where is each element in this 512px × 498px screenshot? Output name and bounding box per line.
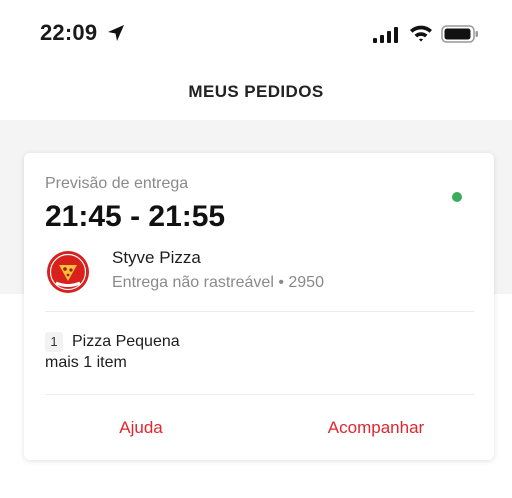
divider xyxy=(45,311,474,312)
delivery-estimate-label: Previsão de entrega xyxy=(45,175,189,192)
page-title: MEUS PEDIDOS xyxy=(188,82,324,101)
help-button[interactable]: Ajuda xyxy=(117,408,165,448)
item-name: Pizza Pequena xyxy=(72,333,180,350)
battery-icon xyxy=(441,25,478,43)
order-card[interactable]: Previsão de entrega 21:45 - 21:55 Styve … xyxy=(24,153,494,460)
status-bar: 22:09 xyxy=(0,0,512,64)
delivery-estimate-time: 21:45 - 21:55 xyxy=(45,200,226,233)
status-time: 22:09 xyxy=(40,20,98,45)
location-arrow-icon xyxy=(108,25,124,41)
signal-icon xyxy=(373,27,398,43)
item-quantity-badge: 1 xyxy=(45,332,63,352)
store-delivery-info: Entrega não rastreável • 2950 xyxy=(112,274,324,291)
track-order-button[interactable]: Acompanhar xyxy=(321,408,431,448)
more-items-label: mais 1 item xyxy=(45,354,127,371)
store-name: Styve Pizza xyxy=(112,248,201,267)
wifi-icon xyxy=(410,25,432,42)
page-header: MEUS PEDIDOS xyxy=(0,64,512,120)
store-logo xyxy=(47,251,89,293)
divider xyxy=(45,394,474,395)
order-status-dot xyxy=(452,192,462,202)
